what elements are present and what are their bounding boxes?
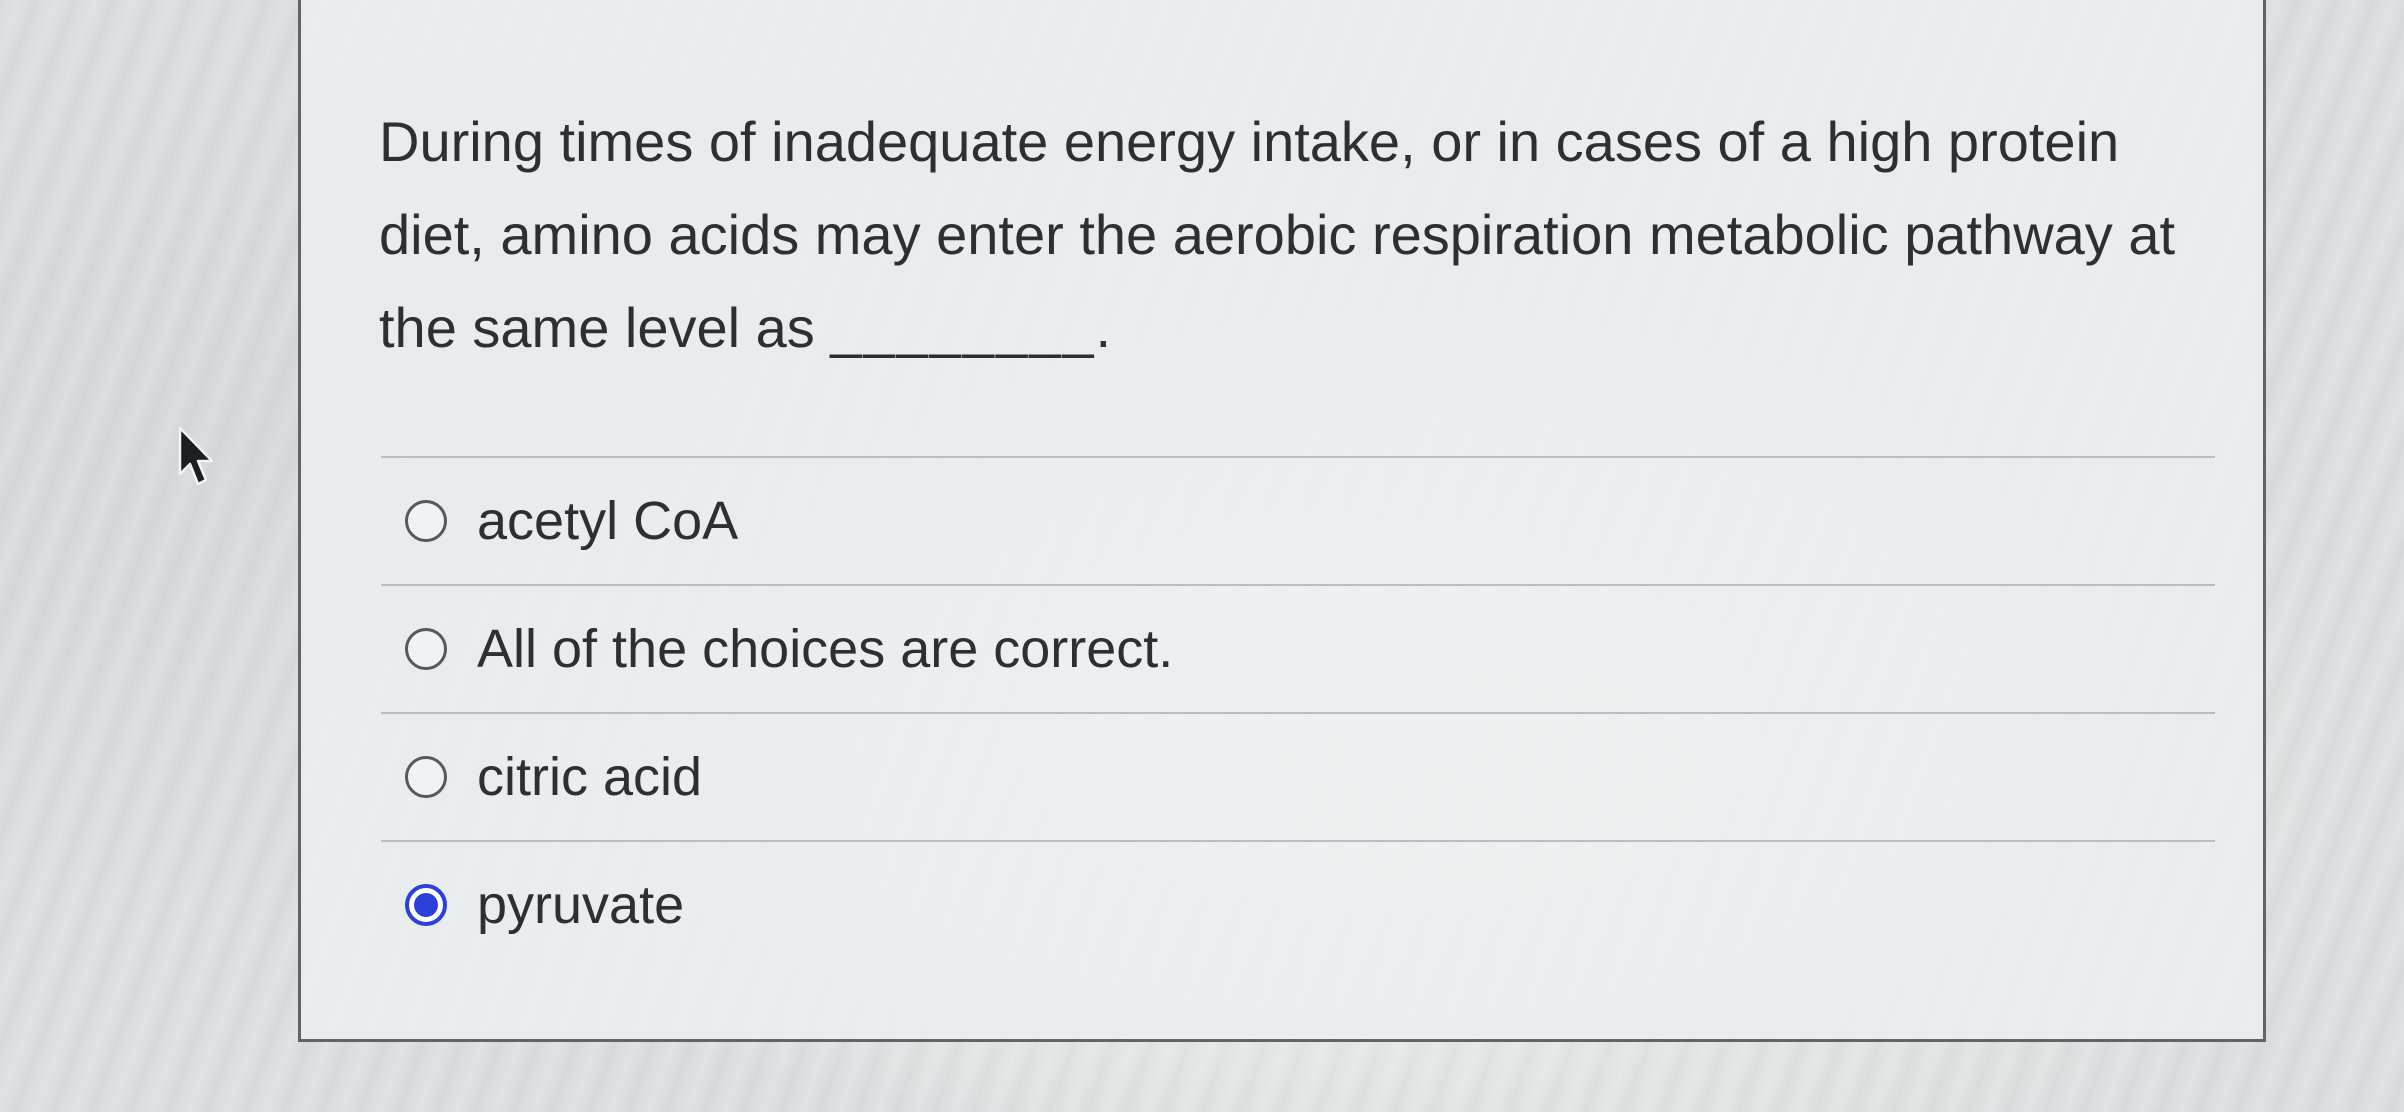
mouse-pointer-icon xyxy=(178,426,214,486)
answer-label: citric acid xyxy=(477,747,703,807)
answer-option-citric-acid[interactable]: citric acid xyxy=(381,714,2215,842)
answer-label: acetyl CoA xyxy=(477,491,739,551)
question-card: During times of inadequate energy intake… xyxy=(298,0,2266,1042)
answer-option-pyruvate[interactable]: pyruvate xyxy=(381,842,2215,968)
radio-selected-icon[interactable] xyxy=(405,884,447,926)
radio-unselected-icon[interactable] xyxy=(405,628,447,670)
answer-list: acetyl CoA All of the choices are correc… xyxy=(381,458,2215,968)
answer-label: All of the choices are correct. xyxy=(477,619,1174,679)
question-stem: During times of inadequate energy intake… xyxy=(379,110,2176,359)
question-text: During times of inadequate energy intake… xyxy=(379,95,2219,374)
answer-option-all-correct[interactable]: All of the choices are correct. xyxy=(381,586,2215,714)
answer-label: pyruvate xyxy=(477,875,685,935)
radio-unselected-icon[interactable] xyxy=(405,756,447,798)
radio-unselected-icon[interactable] xyxy=(405,500,447,542)
question-blank: ________. xyxy=(830,296,1114,359)
answer-option-acetyl-coa[interactable]: acetyl CoA xyxy=(381,458,2215,586)
